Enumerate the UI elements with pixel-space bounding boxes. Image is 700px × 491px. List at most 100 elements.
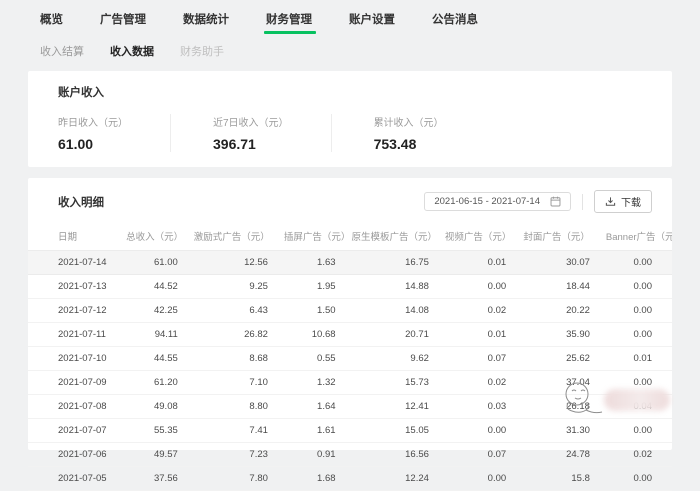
value-cell: 31.30 [514, 419, 598, 443]
table-row: 2021-07-1194.1126.8210.6820.710.0135.900… [28, 323, 672, 347]
divider [582, 194, 583, 210]
subnav-item[interactable]: 收入数据 [110, 43, 154, 59]
value-cell: 0.55 [276, 347, 344, 371]
value-cell: 14.88 [344, 275, 437, 299]
table-row: 2021-07-0961.207.101.3215.730.0237.040.0… [28, 371, 672, 395]
table-row: 2021-07-1242.256.431.5014.080.0220.220.0… [28, 299, 672, 323]
value-cell: 0.00 [598, 419, 672, 443]
date-cell: 2021-07-14 [28, 251, 118, 275]
value-cell: 16.56 [344, 443, 437, 467]
date-cell: 2021-07-13 [28, 275, 118, 299]
value-cell: 0.00 [598, 299, 672, 323]
subnav-item[interactable]: 收入结算 [40, 43, 84, 59]
table-row: 2021-07-0755.357.411.6115.050.0031.300.0… [28, 419, 672, 443]
top-nav: 概览 广告管理 数据统计 财务管理 账户设置 公告消息 [0, 0, 700, 34]
stat-label: 近7日收入（元） [213, 114, 289, 129]
nav-item[interactable]: 数据统计 [183, 11, 229, 34]
table-row: 2021-07-1344.529.251.9514.880.0018.440.0… [28, 275, 672, 299]
value-cell: 8.80 [186, 395, 276, 419]
income-stat: 昨日收入（元）61.00 [58, 114, 170, 152]
column-header: 总收入（元） [118, 223, 186, 251]
value-cell: 0.02 [437, 371, 514, 395]
value-cell: 0.02 [598, 443, 672, 467]
value-cell: 26.18 [514, 395, 598, 419]
value-cell: 7.80 [186, 467, 276, 491]
column-header: Banner广告（元） [598, 223, 672, 251]
nav-item[interactable]: 账户设置 [349, 11, 395, 34]
value-cell: 0.91 [276, 443, 344, 467]
value-cell: 1.61 [276, 419, 344, 443]
value-cell: 30.07 [514, 251, 598, 275]
value-cell: 15.8 [514, 467, 598, 491]
value-cell: 0.00 [598, 467, 672, 491]
value-cell: 20.22 [514, 299, 598, 323]
income-detail-title: 收入明细 [58, 194, 104, 210]
value-cell: 0.00 [437, 467, 514, 491]
value-cell: 0.01 [437, 251, 514, 275]
nav-item[interactable]: 公告消息 [432, 11, 478, 34]
date-cell: 2021-07-11 [28, 323, 118, 347]
value-cell: 49.57 [118, 443, 186, 467]
value-cell: 20.71 [344, 323, 437, 347]
value-cell: 61.20 [118, 371, 186, 395]
value-cell: 0.01 [437, 323, 514, 347]
value-cell: 0.00 [437, 275, 514, 299]
stat-label: 昨日收入（元） [58, 114, 128, 129]
nav-item[interactable]: 广告管理 [100, 11, 146, 34]
subnav-item[interactable]: 财务助手 [180, 43, 224, 59]
value-cell: 42.25 [118, 299, 186, 323]
value-cell: 37.04 [514, 371, 598, 395]
value-cell: 1.32 [276, 371, 344, 395]
value-cell: 0.00 [437, 419, 514, 443]
date-range-picker[interactable]: 2021-06-15 - 2021-07-14 [424, 192, 571, 211]
income-detail-card: 收入明细 2021-06-15 - 2021-07-14 [28, 178, 672, 450]
value-cell: 1.95 [276, 275, 344, 299]
income-stat: 累计收入（元）753.48 [331, 114, 486, 152]
table-row: 2021-07-1461.0012.561.6316.750.0130.070.… [28, 251, 672, 275]
value-cell: 14.08 [344, 299, 437, 323]
download-button[interactable]: 下载 [594, 190, 652, 213]
value-cell: 35.90 [514, 323, 598, 347]
account-income-card: 账户收入 昨日收入（元）61.00近7日收入（元）396.71累计收入（元）75… [28, 71, 672, 167]
nav-item[interactable]: 概览 [40, 11, 63, 34]
date-cell: 2021-07-06 [28, 443, 118, 467]
table-row: 2021-07-0537.567.801.6812.240.0015.80.00 [28, 467, 672, 491]
value-cell: 12.24 [344, 467, 437, 491]
value-cell: 7.10 [186, 371, 276, 395]
download-label: 下载 [621, 194, 641, 209]
value-cell: 12.56 [186, 251, 276, 275]
date-cell: 2021-07-08 [28, 395, 118, 419]
value-cell: 7.41 [186, 419, 276, 443]
value-cell: 0.00 [598, 323, 672, 347]
value-cell: 0.07 [437, 347, 514, 371]
value-cell: 0.07 [437, 443, 514, 467]
value-cell: 6.43 [186, 299, 276, 323]
value-cell: 26.82 [186, 323, 276, 347]
stat-value: 753.48 [374, 136, 444, 152]
value-cell: 0.00 [598, 275, 672, 299]
column-header: 激励式广告（元） [186, 223, 276, 251]
date-cell: 2021-07-09 [28, 371, 118, 395]
value-cell: 0.02 [437, 299, 514, 323]
value-cell: 0.01 [598, 347, 672, 371]
column-header: 视频广告（元） [437, 223, 514, 251]
sub-nav: 收入结算 收入数据 财务助手 [0, 34, 700, 71]
table-row: 2021-07-1044.558.680.559.620.0725.620.01 [28, 347, 672, 371]
column-header: 日期 [28, 223, 118, 251]
value-cell: 8.68 [186, 347, 276, 371]
column-header: 封面广告（元） [514, 223, 598, 251]
date-cell: 2021-07-07 [28, 419, 118, 443]
income-stat: 近7日收入（元）396.71 [170, 114, 331, 152]
value-cell: 1.64 [276, 395, 344, 419]
value-cell: 0.00 [598, 371, 672, 395]
value-cell: 1.63 [276, 251, 344, 275]
value-cell: 15.73 [344, 371, 437, 395]
value-cell: 9.25 [186, 275, 276, 299]
nav-item[interactable]: 财务管理 [266, 11, 312, 34]
calendar-icon [550, 196, 561, 207]
table-row: 2021-07-0649.577.230.9116.560.0724.780.0… [28, 443, 672, 467]
value-cell: 15.05 [344, 419, 437, 443]
value-cell: 1.68 [276, 467, 344, 491]
value-cell: 0.03 [437, 395, 514, 419]
column-header: 原生模板广告（元） [344, 223, 437, 251]
